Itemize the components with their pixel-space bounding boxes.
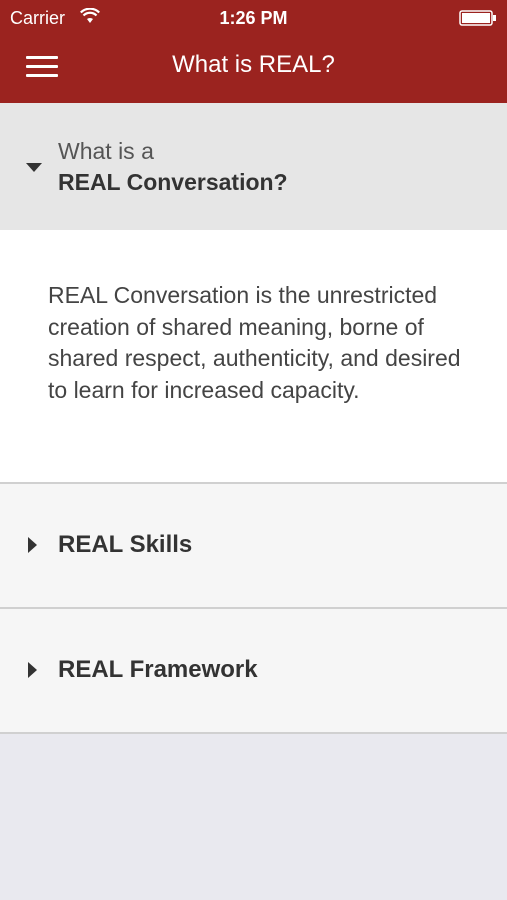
section-question-line1: What is a	[58, 138, 154, 164]
header: Carrier 1:26 PM What is REAL?	[0, 0, 507, 103]
section-real-skills[interactable]: REAL Skills	[0, 484, 507, 609]
section-label: REAL Skills	[58, 531, 193, 558]
status-time: 1:26 PM	[219, 8, 288, 28]
section-answer-text: REAL Conversation is the unrestricted cr…	[48, 282, 461, 403]
section-question-line2: REAL Conversation?	[58, 169, 288, 195]
section-real-framework[interactable]: REAL Framework	[0, 609, 507, 734]
navigation-bar: What is REAL?	[0, 36, 507, 103]
page-title: What is REAL?	[172, 51, 335, 78]
section-label: REAL Framework	[58, 656, 258, 683]
caret-right-icon	[28, 537, 37, 553]
section-what-is-real-conversation[interactable]	[0, 103, 507, 231]
battery-icon	[459, 10, 496, 26]
status-bar: Carrier 1:26 PM	[0, 0, 507, 36]
caret-down-icon[interactable]	[26, 163, 42, 172]
caret-right-icon	[28, 662, 37, 678]
